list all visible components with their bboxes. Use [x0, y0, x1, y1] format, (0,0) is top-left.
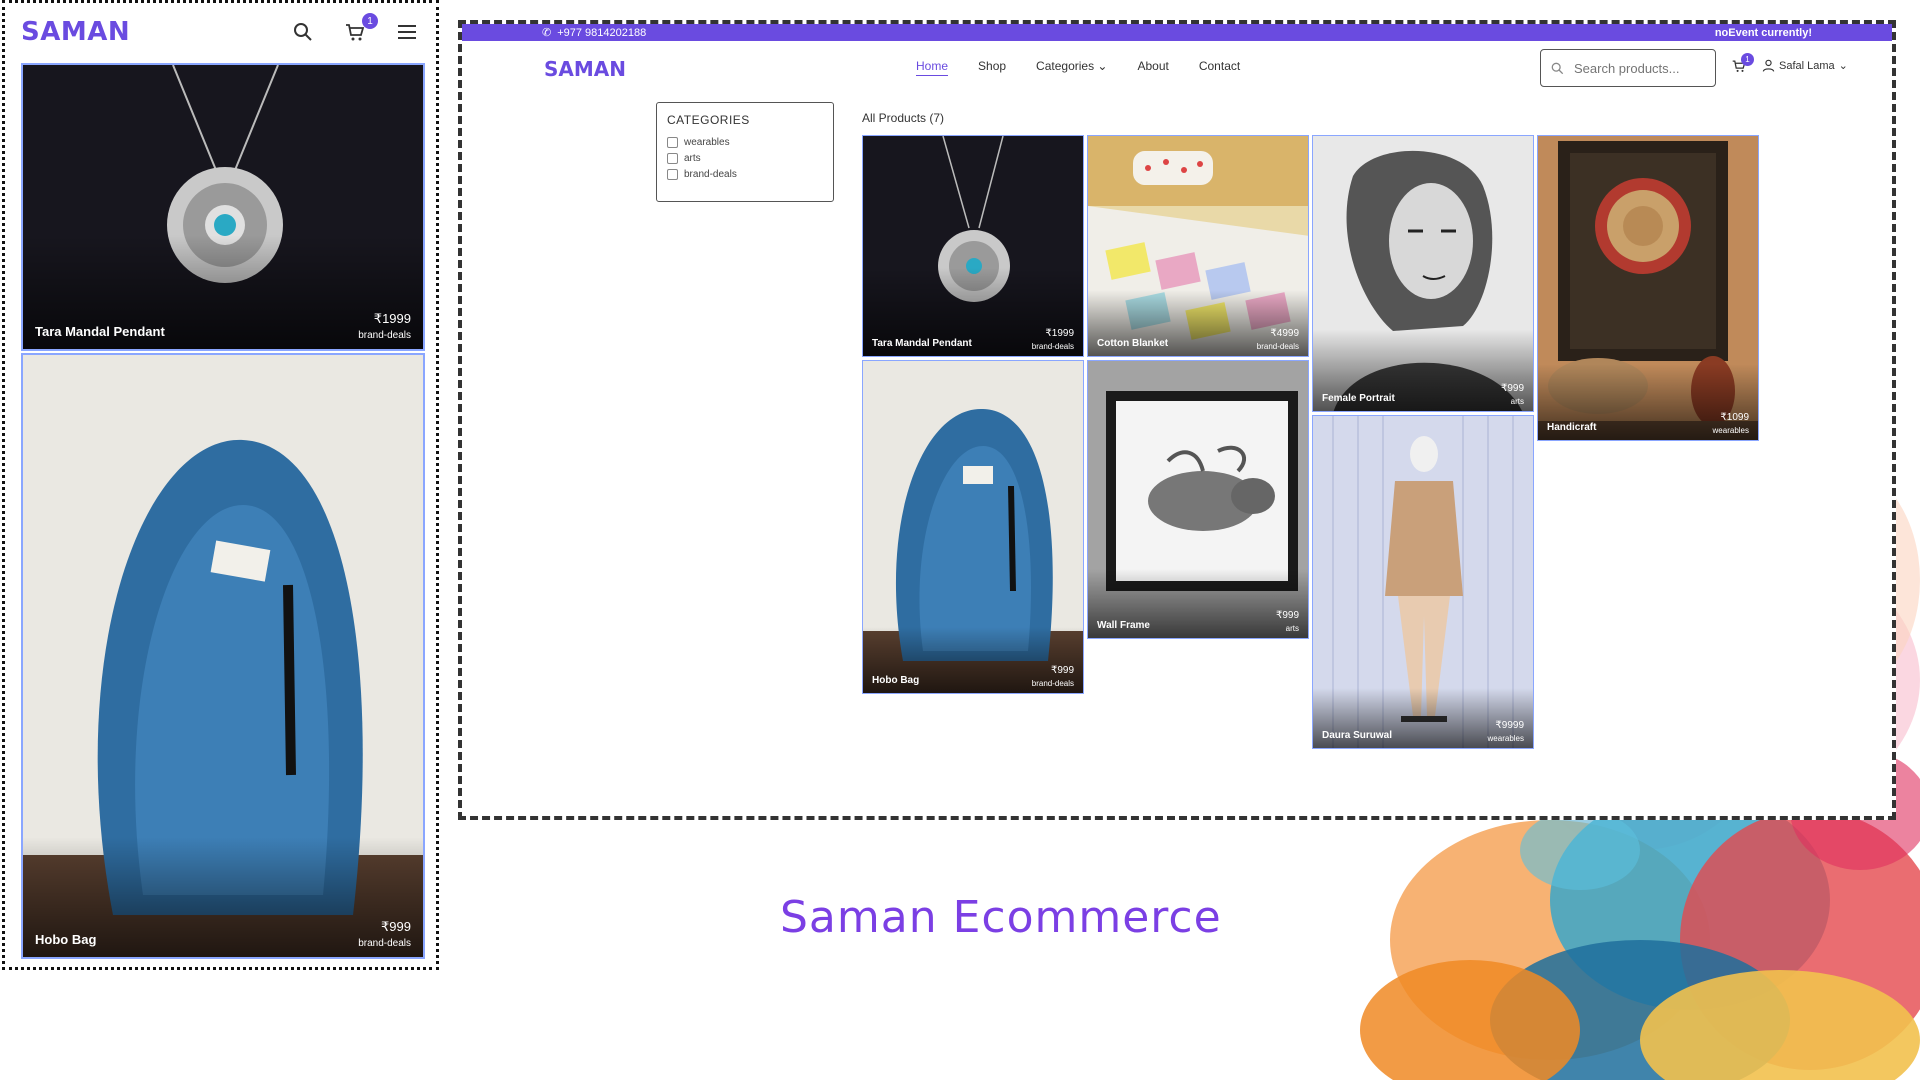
product-name: Female Portrait — [1322, 393, 1395, 404]
phone-icon: ✆ — [542, 27, 552, 39]
cart-icon[interactable]: 1 — [342, 13, 378, 45]
product-price: ₹999 — [1050, 665, 1074, 676]
desktop-logo[interactable]: SAMAN — [544, 57, 626, 81]
categories-title: CATEGORIES — [667, 113, 750, 127]
product-category: arts — [1285, 624, 1299, 633]
product-card[interactable]: Daura Suruwal ₹9999 wearables — [1312, 415, 1534, 749]
product-name: Hobo Bag — [872, 675, 920, 686]
category-option[interactable]: arts — [667, 153, 823, 164]
nav-about[interactable]: About — [1137, 59, 1168, 76]
product-name: Handicraft — [1547, 422, 1597, 433]
category-option[interactable]: wearables — [667, 137, 823, 148]
caption-title: Saman Ecommerce — [780, 892, 1222, 943]
product-category: brand-deals — [358, 330, 411, 341]
product-price: ₹1999 — [1045, 328, 1074, 339]
menu-icon[interactable] — [394, 19, 420, 45]
navbar: SAMAN Home Shop Categories ⌄ About Conta… — [462, 41, 1892, 97]
product-name: Tara Mandal Pendant — [35, 324, 165, 339]
all-products-heading: All Products (7) — [862, 111, 945, 125]
search-icon — [1551, 62, 1564, 74]
mobile-header: SAMAN 1 — [5, 3, 436, 61]
nav-categories[interactable]: Categories ⌄ — [1036, 59, 1107, 76]
nav-shop[interactable]: Shop — [978, 59, 1006, 76]
product-name: Hobo Bag — [35, 932, 97, 947]
category-option[interactable]: brand-deals — [667, 169, 823, 180]
categories-filter: CATEGORIES wearables arts brand-deals — [656, 102, 834, 202]
product-name: Tara Mandal Pendant — [872, 338, 972, 349]
cart-icon[interactable]: 1 — [1732, 53, 1754, 78]
user-menu[interactable]: Safal Lama ⌄ — [1762, 59, 1848, 72]
nav-contact[interactable]: Contact — [1199, 59, 1240, 76]
product-name: Cotton Blanket — [1097, 338, 1169, 349]
product-category: brand-deals — [358, 938, 411, 949]
product-card[interactable]: Tara Mandal Pendant ₹1999 brand-deals — [21, 63, 425, 351]
desktop-mockup: ✆ +977 9814202188 noEvent currently! SAM… — [458, 20, 1896, 820]
product-card[interactable]: Tara Mandal Pendant ₹1999 brand-deals — [862, 135, 1084, 357]
product-price: ₹9999 — [1495, 720, 1524, 731]
product-category: wearables — [1712, 426, 1749, 435]
product-price: ₹1099 — [1720, 412, 1749, 423]
checkbox[interactable] — [667, 153, 678, 164]
user-icon — [1762, 59, 1775, 72]
product-category: brand-deals — [1256, 342, 1299, 351]
search-icon[interactable] — [290, 19, 316, 45]
product-price: ₹999 — [1275, 610, 1299, 621]
product-card[interactable]: Hobo Bag ₹999 brand-deals — [21, 353, 425, 959]
mobile-logo[interactable]: SAMAN — [21, 17, 130, 47]
product-category: wearables — [1487, 734, 1524, 743]
chevron-down-icon: ⌄ — [1838, 60, 1848, 72]
mobile-mockup: SAMAN 1 Tara Mandal Pendant ₹1999 brand-… — [2, 0, 439, 970]
cart-count-badge: 1 — [362, 13, 378, 29]
product-card[interactable]: Female Portrait ₹999 arts — [1312, 135, 1534, 412]
search-input[interactable] — [1572, 59, 1702, 77]
phone-number[interactable]: +977 9814202188 — [557, 27, 646, 39]
search-box[interactable] — [1540, 49, 1716, 87]
nav-home[interactable]: Home — [916, 59, 949, 76]
product-price: ₹4999 — [1270, 328, 1299, 339]
product-category: arts — [1510, 397, 1524, 406]
product-name: Daura Suruwal — [1322, 730, 1393, 741]
event-notice: noEvent currently! — [1714, 26, 1812, 39]
user-name: Safal Lama — [1779, 59, 1835, 72]
product-card[interactable]: Wall Frame ₹999 arts — [1087, 360, 1309, 639]
product-name: Wall Frame — [1097, 620, 1150, 631]
checkbox[interactable] — [667, 169, 678, 180]
product-category: brand-deals — [1031, 679, 1074, 688]
top-bar: ✆ +977 9814202188 noEvent currently! — [462, 24, 1892, 41]
product-price: ₹999 — [381, 919, 411, 934]
product-card[interactable]: Handicraft ₹1099 wearables — [1537, 135, 1759, 441]
checkbox[interactable] — [667, 137, 678, 148]
product-card[interactable]: Cotton Blanket ₹4999 brand-deals — [1087, 135, 1309, 357]
product-price: ₹1999 — [373, 311, 411, 326]
product-card[interactable]: Hobo Bag ₹999 brand-deals — [862, 360, 1084, 694]
product-category: brand-deals — [1031, 342, 1074, 351]
cart-count-badge: 1 — [1741, 53, 1754, 66]
product-price: ₹999 — [1500, 383, 1524, 394]
chevron-down-icon: ⌄ — [1097, 59, 1108, 73]
